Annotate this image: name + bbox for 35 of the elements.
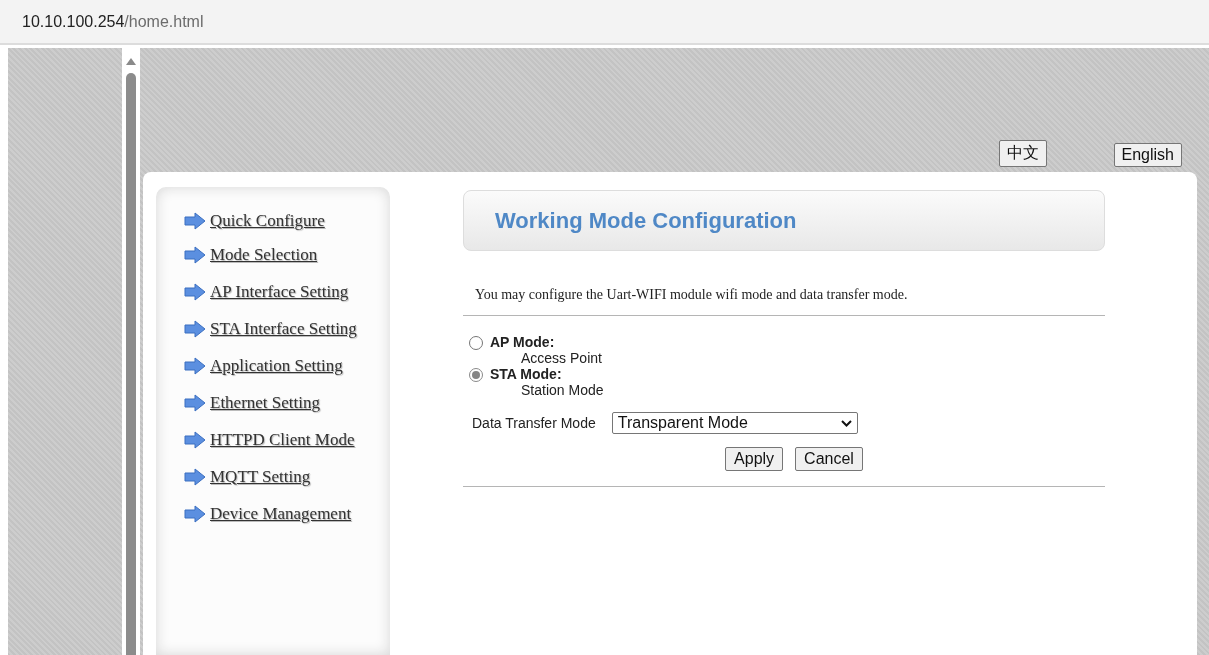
chevron-down-icon [840,419,852,427]
option-description: Access Point [520,350,603,366]
language-button[interactable]: English [1113,143,1182,167]
arrow-icon [184,319,206,338]
arrow-icon [184,356,206,375]
option-label: STA Mode: [490,366,563,382]
description: You may configure the Uart-WIFI module wifi mode and data transfer mode. [475,287,909,304]
dropdown[interactable]: Transparent Mode [611,412,858,434]
menu-link[interactable]: Quick Configure [210,210,325,231]
page-title: Working Mode Configuration [495,207,797,234]
language-button[interactable]: 中文 [998,140,1047,167]
url-field[interactable]: 10.10.100.254/home.html [22,12,204,31]
arrow-icon [184,245,206,264]
scrollbar-thumb[interactable] [126,73,136,655]
form-button[interactable]: Cancel [795,447,863,471]
arrow-icon [184,393,206,412]
arrow-icon [184,467,206,486]
radio-button[interactable] [469,368,483,382]
form-button[interactable]: Apply [725,447,784,471]
menu-link[interactable]: MQTT Setting [210,466,311,487]
arrow-icon [184,504,206,523]
menu-link[interactable]: Application Setting [210,355,343,376]
option-label: AP Mode: [490,334,556,350]
menu-link[interactable]: Ethernet Setting [210,392,320,413]
arrow-icon [184,282,206,301]
field-label: Data Transfer Mode [472,415,596,431]
arrow-icon [184,211,206,230]
menu-link[interactable]: Device Management [210,503,352,524]
menu-link[interactable]: STA Interface Setting [210,318,357,339]
menu-link[interactable]: HTTPD Client Mode [210,429,355,450]
radio-button[interactable] [469,336,483,350]
option-description: Station Mode [520,382,605,398]
menu-link[interactable]: Mode Selection [210,244,318,265]
arrow-icon [184,430,206,449]
menu-link[interactable]: AP Interface Setting [210,281,349,302]
